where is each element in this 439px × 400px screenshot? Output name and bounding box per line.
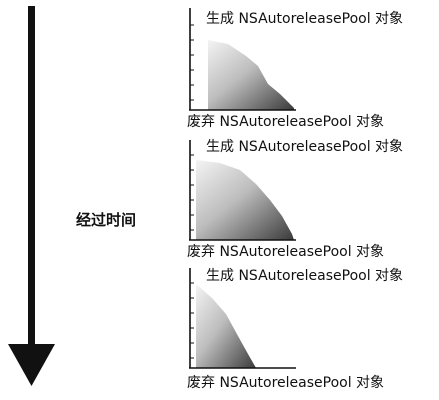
- panel-1-release-label: 废弃 NSAutoreleasePool 对象: [187, 114, 385, 130]
- time-arrow-shaft: [28, 6, 35, 350]
- time-label: 经过时间: [76, 211, 137, 229]
- panel-3-release-label: 废弃 NSAutoreleasePool 对象: [187, 375, 385, 391]
- panel-3-objects-area: [196, 284, 256, 368]
- panel-2-create-label: 生成 NSAutoreleasePool 对象: [206, 139, 404, 155]
- autorelease-pool-diagram: 经过时间 生成 NSAutoreleasePool 对象 废弃 NSAutore…: [0, 0, 439, 400]
- panel-1-create-label: 生成 NSAutoreleasePool 对象: [206, 11, 404, 27]
- diagram-graphics: [8, 6, 296, 386]
- time-arrow: [8, 6, 55, 386]
- panel-2-objects-area: [196, 160, 294, 240]
- panel-2: [189, 140, 296, 241]
- panel-2-release-label: 废弃 NSAutoreleasePool 对象: [187, 244, 385, 260]
- panel-3-create-label: 生成 NSAutoreleasePool 对象: [206, 268, 404, 284]
- panel-1-objects-area: [208, 40, 294, 110]
- time-arrow-head-icon: [8, 344, 55, 386]
